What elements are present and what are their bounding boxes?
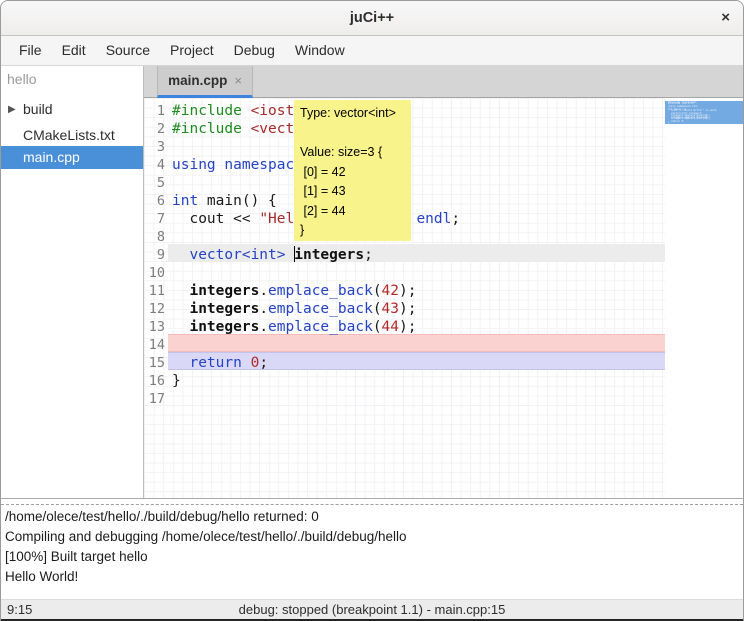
line-number[interactable]: 1 bbox=[144, 102, 165, 120]
line-number[interactable]: 3 bbox=[144, 138, 165, 156]
tab-close-icon[interactable]: × bbox=[234, 73, 242, 88]
tree-item-label: CMakeLists.txt bbox=[23, 124, 115, 147]
line-number[interactable]: 7 bbox=[144, 210, 165, 228]
terminal-line: [100%] Built target hello bbox=[5, 547, 743, 567]
code-line[interactable]: int main() { bbox=[172, 192, 277, 210]
line-number[interactable]: 6 bbox=[144, 192, 165, 210]
status-bar: 9:15 debug: stopped (breakpoint 1.1) - m… bbox=[1, 599, 743, 619]
code-editor[interactable]: 1234567891011121314151617 #include <iost… bbox=[144, 98, 744, 498]
tab-bar: main.cpp × bbox=[144, 66, 743, 98]
tree-item-cmakelists-txt[interactable]: CMakeLists.txt bbox=[1, 124, 143, 147]
menu-item-edit[interactable]: Edit bbox=[52, 36, 96, 65]
line-number[interactable]: 13 bbox=[144, 318, 165, 336]
terminal-line: Hello World! bbox=[5, 567, 743, 587]
tree-item-main-cpp[interactable]: main.cpp bbox=[1, 146, 143, 169]
line-number[interactable]: 10 bbox=[144, 264, 165, 282]
minimap[interactable]: #include <iostream> #include <vector> us… bbox=[665, 98, 744, 498]
text-cursor bbox=[294, 246, 295, 262]
code-line[interactable]: integers.emplace_back(43); bbox=[172, 300, 416, 318]
debug-value-tooltip: Type: vector<int> Value: size=3 { [0] = … bbox=[294, 100, 411, 241]
terminal-line: /home/olece/test/hello/./build/debug/hel… bbox=[5, 507, 743, 527]
line-number[interactable]: 2 bbox=[144, 120, 165, 138]
menu-item-window[interactable]: Window bbox=[285, 36, 355, 65]
tree-item-build[interactable]: ▶ build bbox=[1, 98, 143, 121]
tree-item-label: main.cpp bbox=[23, 146, 80, 169]
tab-main-cpp[interactable]: main.cpp × bbox=[157, 66, 253, 98]
menu-item-file[interactable]: File bbox=[9, 36, 52, 65]
tree-item-label: build bbox=[23, 98, 53, 121]
code-line[interactable]: vector<int> integers; bbox=[172, 246, 373, 264]
breakpoint-line-highlight bbox=[168, 334, 665, 352]
code-line[interactable]: return 0; bbox=[172, 354, 268, 372]
line-number[interactable]: 12 bbox=[144, 300, 165, 318]
menu-item-source[interactable]: Source bbox=[96, 36, 160, 65]
file-tree-panel[interactable]: hello ▶ build CMakeLists.txtmain.cpp bbox=[1, 66, 144, 498]
tab-label: main.cpp bbox=[168, 73, 227, 88]
code-line[interactable]: integers.emplace_back(44); bbox=[172, 318, 416, 336]
close-icon[interactable]: × bbox=[721, 1, 730, 35]
code-line[interactable]: } bbox=[172, 372, 181, 390]
line-number[interactable]: 15 bbox=[144, 354, 165, 372]
window-title: juCi++ bbox=[350, 10, 394, 26]
terminal-focus-border bbox=[1, 504, 743, 505]
line-number[interactable]: 4 bbox=[144, 156, 165, 174]
code-line[interactable]: integers.emplace_back(42); bbox=[172, 282, 416, 300]
main-area: hello ▶buildCMakeLists.txtmain.cpp main.… bbox=[1, 66, 743, 498]
minimap-viewport[interactable]: #include <iostream> #include <vector> us… bbox=[665, 101, 744, 124]
debug-status-label: debug: stopped (breakpoint 1.1) - main.c… bbox=[1, 600, 743, 619]
line-number[interactable]: 9 bbox=[144, 246, 165, 264]
line-number[interactable]: 11 bbox=[144, 282, 165, 300]
project-name-label: hello bbox=[7, 71, 37, 87]
line-number[interactable]: 16 bbox=[144, 372, 165, 390]
terminal-line: Compiling and debugging /home/olece/test… bbox=[5, 527, 743, 547]
app-window: juCi++ × FileEditSourceProjectDebugWindo… bbox=[0, 0, 744, 621]
line-number[interactable]: 17 bbox=[144, 390, 165, 408]
menubar: FileEditSourceProjectDebugWindow bbox=[1, 36, 743, 66]
menu-item-debug[interactable]: Debug bbox=[224, 36, 285, 65]
terminal-output-panel[interactable]: /home/olece/test/hello/./build/debug/hel… bbox=[1, 498, 743, 599]
line-number[interactable]: 5 bbox=[144, 174, 165, 192]
menu-item-project[interactable]: Project bbox=[160, 36, 224, 65]
expander-icon[interactable]: ▶ bbox=[8, 98, 16, 121]
line-number[interactable]: 14 bbox=[144, 336, 165, 354]
titlebar[interactable]: juCi++ × bbox=[1, 1, 743, 36]
line-number[interactable]: 8 bbox=[144, 228, 165, 246]
